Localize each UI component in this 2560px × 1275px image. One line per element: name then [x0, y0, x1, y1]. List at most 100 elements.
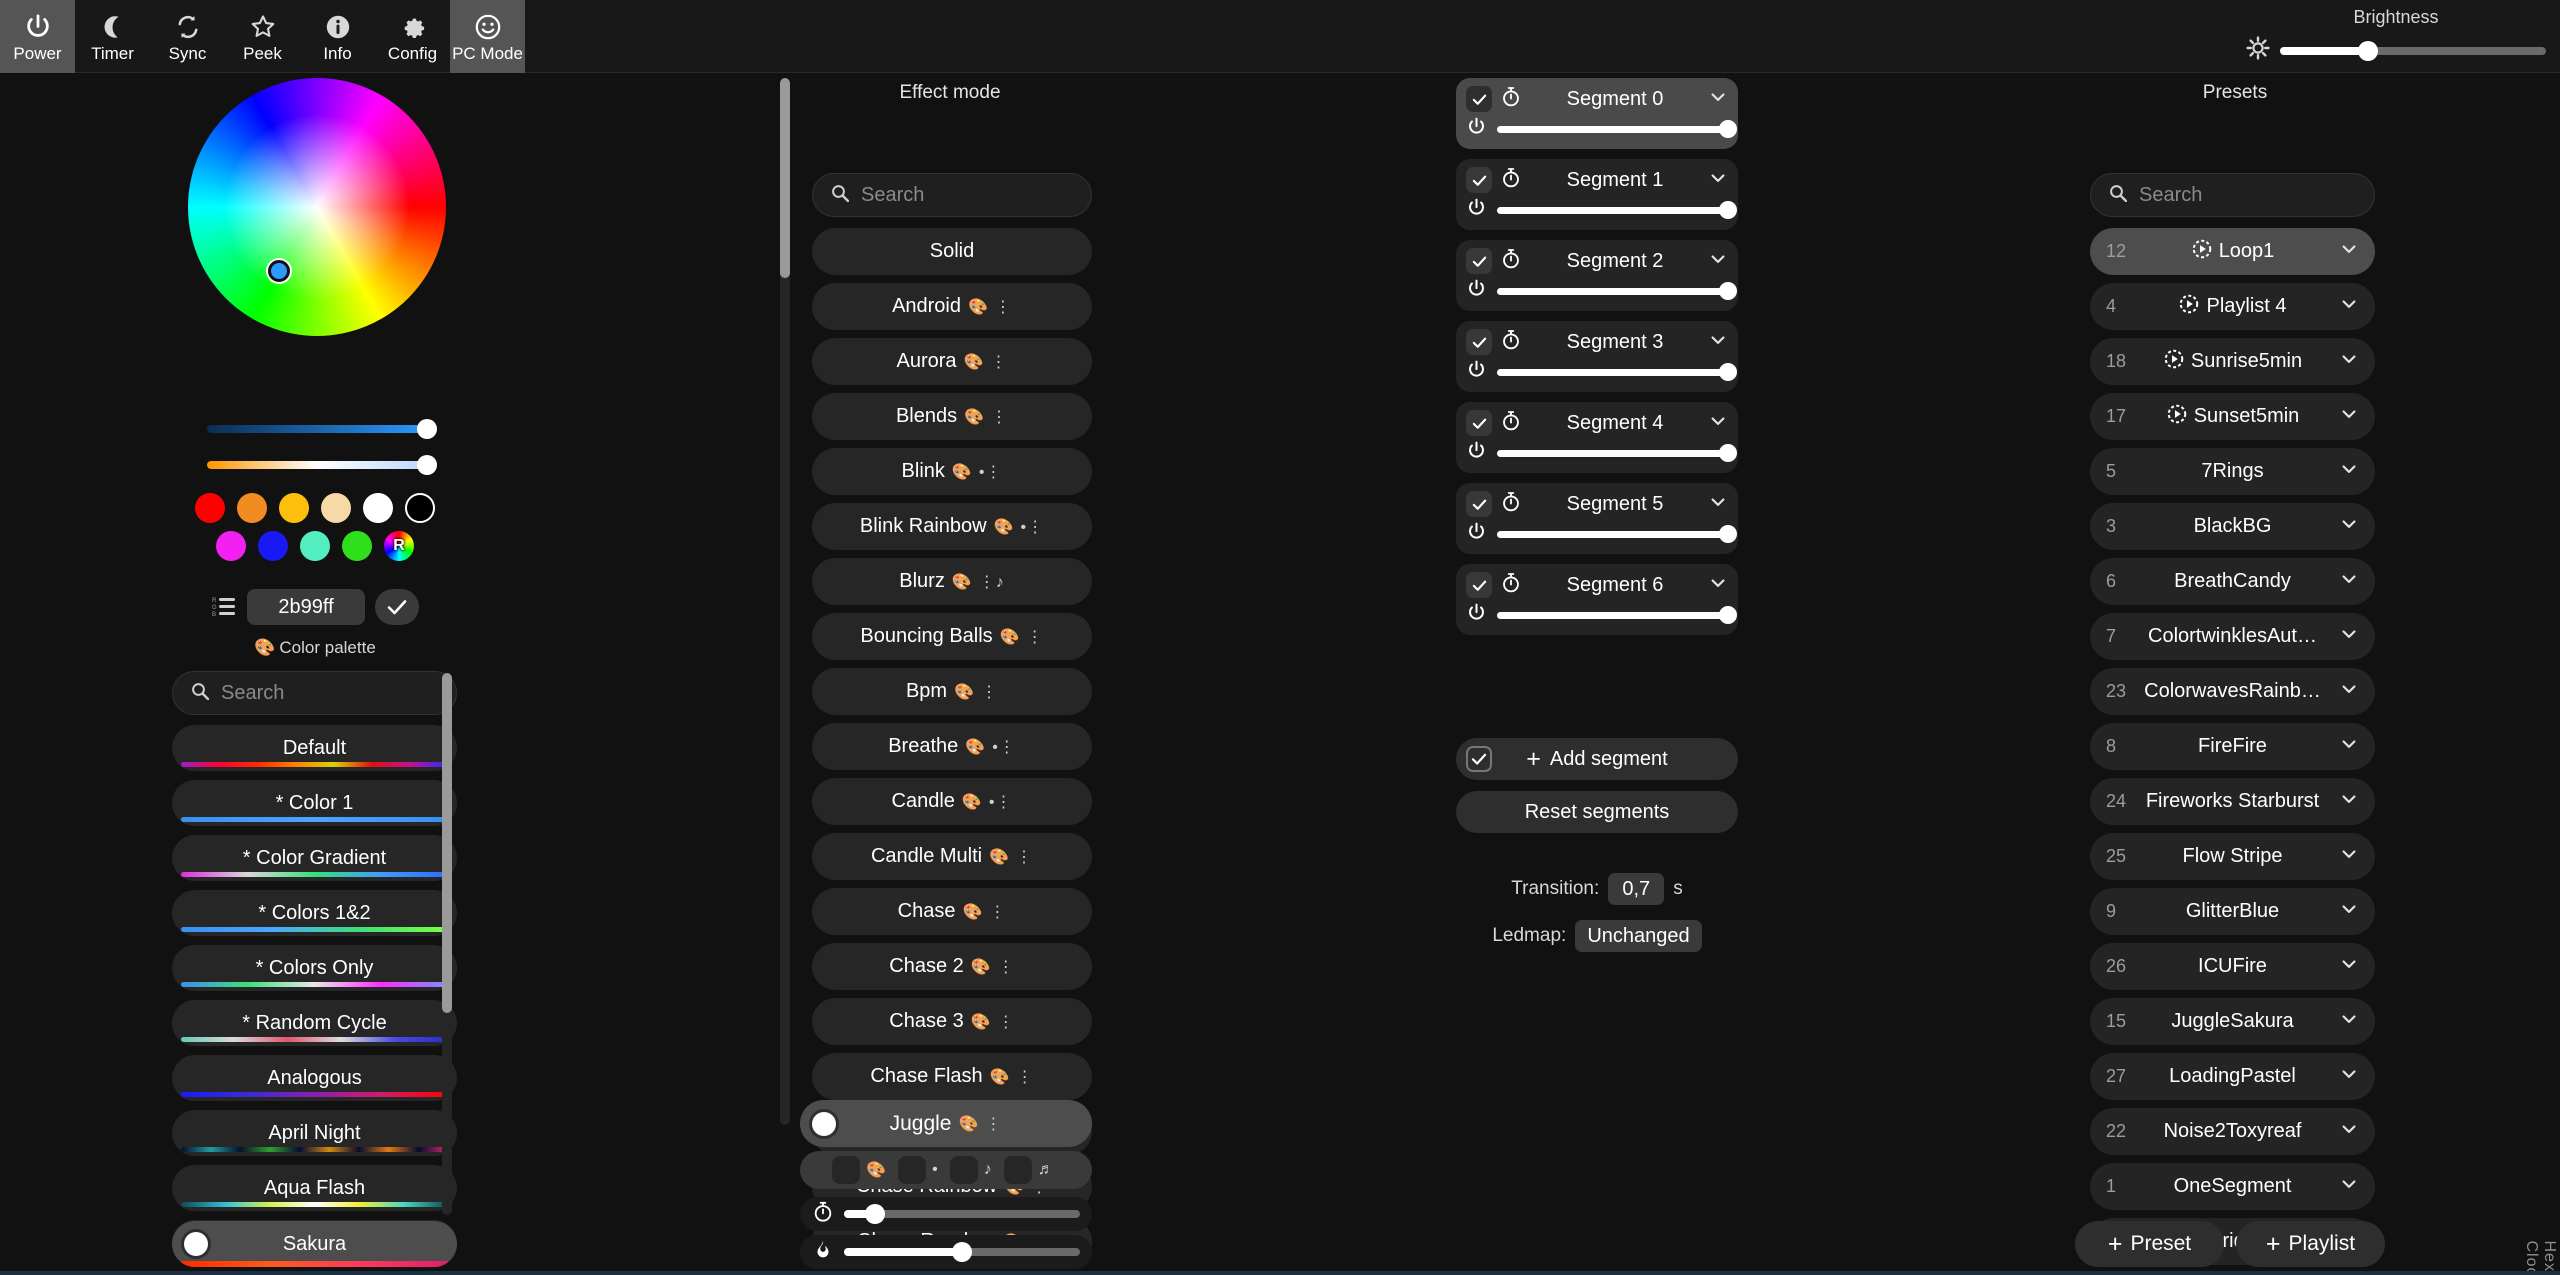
effect-filter-chip-4[interactable]: [1003, 1156, 1032, 1184]
preset-item[interactable]: 27 LoadingPastel: [2090, 1053, 2375, 1100]
effect-list-item[interactable]: Blends 🎨 ⋮: [812, 393, 1092, 440]
quick-color-swatch[interactable]: [237, 493, 267, 523]
palette-list[interactable]: Default * Color 1 * Color Gradient * Colors…: [172, 725, 457, 1275]
stopwatch-icon[interactable]: [1500, 86, 1522, 113]
segment-item[interactable]: Segment 1: [1456, 159, 1738, 230]
chevron-down-icon[interactable]: [2339, 734, 2359, 759]
segment-brightness-slider[interactable]: [1497, 282, 1737, 300]
chevron-down-icon[interactable]: [2339, 514, 2359, 539]
color-wheel[interactable]: [188, 78, 446, 336]
chevron-down-icon[interactable]: [1708, 330, 1728, 355]
white-channel-slider[interactable]: [207, 419, 437, 439]
palette-search-input[interactable]: Search: [172, 671, 457, 715]
stopwatch-icon[interactable]: [1500, 410, 1522, 437]
effect-list-item[interactable]: Solid: [812, 228, 1092, 275]
effect-list-item[interactable]: Bpm 🎨 ⋮: [812, 668, 1092, 715]
chevron-down-icon[interactable]: [2339, 1174, 2359, 1199]
palette-list-item[interactable]: * Random Cycle: [172, 1000, 457, 1046]
chevron-down-icon[interactable]: [2339, 569, 2359, 594]
palette-list-item[interactable]: Analogous: [172, 1055, 457, 1101]
quick-color-swatch[interactable]: [279, 493, 309, 523]
palette-list-item[interactable]: April Night: [172, 1110, 457, 1156]
effect-filter-chip-3[interactable]: [949, 1156, 978, 1184]
effect-list-item[interactable]: Candle 🎨 •⋮: [812, 778, 1092, 825]
segment-checkbox[interactable]: [1466, 329, 1492, 355]
effect-list-item[interactable]: Android 🎨 ⋮: [812, 283, 1092, 330]
chevron-down-icon[interactable]: [2339, 899, 2359, 924]
color-temperature-slider[interactable]: [207, 455, 437, 475]
segment-brightness-slider[interactable]: [1497, 201, 1737, 219]
chevron-down-icon[interactable]: [1708, 492, 1728, 517]
quick-color-swatch[interactable]: [405, 493, 435, 523]
quick-color-swatch[interactable]: [342, 531, 372, 561]
effect-list-item[interactable]: Chase 3 🎨 ⋮: [812, 998, 1092, 1045]
add-preset-button[interactable]: + Preset: [2075, 1221, 2224, 1267]
add-playlist-button[interactable]: + Playlist: [2236, 1221, 2385, 1267]
effect-list-item[interactable]: Blink 🎨 •⋮: [812, 448, 1092, 495]
segment-checkbox[interactable]: [1466, 410, 1492, 436]
chevron-down-icon[interactable]: [2339, 294, 2359, 319]
palette-list-item[interactable]: * Colors 1&2: [172, 890, 457, 936]
segment-checkbox[interactable]: [1466, 86, 1492, 112]
hex-clock-tab[interactable]: Hex Clock: [2522, 1241, 2558, 1275]
ledmap-select[interactable]: Unchanged: [1575, 920, 1702, 952]
segment-brightness-slider[interactable]: [1497, 606, 1737, 624]
effect-search-input[interactable]: Search: [812, 173, 1092, 217]
chevron-down-icon[interactable]: [1708, 168, 1728, 193]
chevron-down-icon[interactable]: [2339, 844, 2359, 869]
preset-item[interactable]: 3 BlackBG: [2090, 503, 2375, 550]
preset-item[interactable]: 9 GlitterBlue: [2090, 888, 2375, 935]
power-icon[interactable]: [1466, 602, 1487, 628]
preset-item[interactable]: 26 ICUFire: [2090, 943, 2375, 990]
effect-list-item[interactable]: Breathe 🎨 •⋮: [812, 723, 1092, 770]
power-icon[interactable]: [1466, 116, 1487, 142]
preset-item[interactable]: 23 ColorwavesRainb…: [2090, 668, 2375, 715]
palette-list-item[interactable]: * Colors Only: [172, 945, 457, 991]
preset-item[interactable]: 1 OneSegment: [2090, 1163, 2375, 1210]
preset-item[interactable]: 22 Noise2Toxyreaf: [2090, 1108, 2375, 1155]
segment-checkbox[interactable]: [1466, 491, 1492, 517]
segment-checkbox[interactable]: [1466, 167, 1492, 193]
palette-list-item[interactable]: Aqua Flash: [172, 1165, 457, 1211]
quick-color-swatch[interactable]: [321, 493, 351, 523]
segment-list[interactable]: Segment 0 Segment 1 Segment 2 Segment 3 Segm…: [1456, 78, 1738, 645]
toolbar-button-pc-mode[interactable]: PC Mode: [450, 0, 525, 73]
hex-value-field[interactable]: 2b99ff: [247, 589, 365, 625]
effect-list-item[interactable]: Aurora 🎨 ⋮: [812, 338, 1092, 385]
chevron-down-icon[interactable]: [1708, 573, 1728, 598]
preset-item[interactable]: 5 7Rings: [2090, 448, 2375, 495]
quick-color-random[interactable]: R: [384, 531, 414, 561]
palette-list-item[interactable]: * Color Gradient: [172, 835, 457, 881]
chevron-down-icon[interactable]: [2339, 789, 2359, 814]
chevron-down-icon[interactable]: [2339, 624, 2359, 649]
stopwatch-icon[interactable]: [1500, 248, 1522, 275]
effect-list-item[interactable]: Blurz 🎨 ⋮♪: [812, 558, 1092, 605]
preset-item[interactable]: 8 FireFire: [2090, 723, 2375, 770]
preset-item[interactable]: 4 Playlist 4: [2090, 283, 2375, 330]
preset-item[interactable]: 7 ColortwinklesAut…: [2090, 613, 2375, 660]
color-wheel-marker[interactable]: [268, 260, 290, 282]
segment-item[interactable]: Segment 4: [1456, 402, 1738, 473]
toolbar-button-config[interactable]: Config: [375, 0, 450, 73]
segment-item[interactable]: Segment 6: [1456, 564, 1738, 635]
add-segment-button[interactable]: + Add segment: [1456, 738, 1738, 780]
chevron-down-icon[interactable]: [2339, 1064, 2359, 1089]
power-icon[interactable]: [1466, 359, 1487, 385]
power-icon[interactable]: [1466, 440, 1487, 466]
effect-list-item-selected[interactable]: Juggle 🎨 ⋮: [800, 1100, 1092, 1147]
effect-filter-chip-2[interactable]: [898, 1156, 927, 1184]
segment-item[interactable]: Segment 5: [1456, 483, 1738, 554]
effect-speed-slider[interactable]: [844, 1204, 1080, 1224]
reset-segments-button[interactable]: Reset segments: [1456, 791, 1738, 833]
chevron-down-icon[interactable]: [2339, 954, 2359, 979]
segment-brightness-slider[interactable]: [1497, 525, 1737, 543]
preset-list[interactable]: 12 Loop1 4 Playlist 4 18 Sunrise5min 17 Sunset5…: [2090, 228, 2375, 1275]
chevron-down-icon[interactable]: [2339, 1009, 2359, 1034]
stopwatch-icon[interactable]: [1500, 572, 1522, 599]
palette-list-item[interactable]: * Color 1: [172, 780, 457, 826]
palette-scrollbar[interactable]: [442, 673, 452, 1215]
stopwatch-icon[interactable]: [1500, 167, 1522, 194]
quick-color-swatch[interactable]: [195, 493, 225, 523]
power-icon[interactable]: [1466, 521, 1487, 547]
quick-color-swatch[interactable]: [300, 531, 330, 561]
